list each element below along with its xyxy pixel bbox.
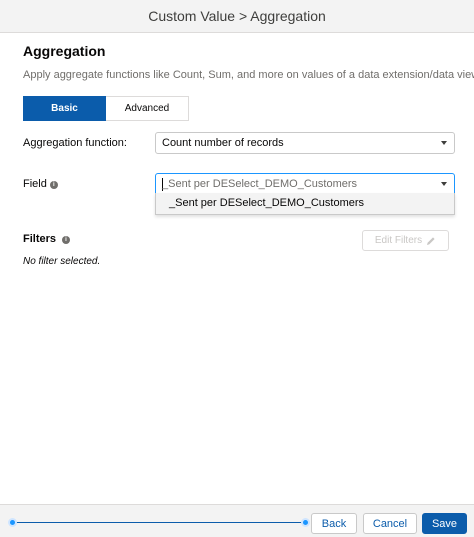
aggregation-function-value: Count number of records [162,137,284,149]
modal-title: Custom Value > Aggregation [148,8,326,24]
tab-bar: Basic Advanced [23,96,189,121]
dropdown-option[interactable]: _Sent per DESelect_DEMO_Customers [156,193,454,214]
aggregation-function-label: Aggregation function: [23,137,127,149]
info-icon[interactable]: i [62,236,71,244]
section-title: Aggregation [23,43,106,59]
modal-footer: Back Cancel Save [0,504,474,537]
tab-advanced[interactable]: Advanced [106,96,189,121]
chevron-down-icon [441,182,447,186]
field-label: Field [23,178,47,190]
filters-label: Filters [23,233,57,245]
cancel-button[interactable]: Cancel [363,513,417,534]
aggregation-function-select[interactable]: Count number of records [155,132,455,154]
save-button[interactable]: Save [422,513,467,534]
info-icon[interactable]: i [49,181,58,189]
back-button[interactable]: Back [311,513,357,534]
dropdown-option-label: _Sent per DESelect_DEMO_Customers [169,197,365,209]
progress-step-end[interactable] [301,518,310,527]
field-select[interactable]: _Sent per DESelect_DEMO_Customers [155,173,455,195]
progress-track [12,522,305,523]
chevron-down-icon [441,141,447,145]
no-filter-text: No filter selected. [23,256,101,267]
pencil-icon [427,236,435,245]
modal-header: Custom Value > Aggregation [0,0,474,33]
progress-step-start[interactable] [8,518,17,527]
filters-label-row: Filters i [23,233,71,245]
edit-filters-label: Edit Filters [374,235,423,246]
field-dropdown: _Sent per DESelect_DEMO_Customers [155,193,455,215]
tab-basic[interactable]: Basic [23,96,106,121]
section-description: Apply aggregate functions like Count, Su… [23,69,474,81]
field-label-row: Field i [23,178,58,190]
field-placeholder: _Sent per DESelect_DEMO_Customers [162,178,358,190]
edit-filters-button[interactable]: Edit Filters [362,230,449,251]
